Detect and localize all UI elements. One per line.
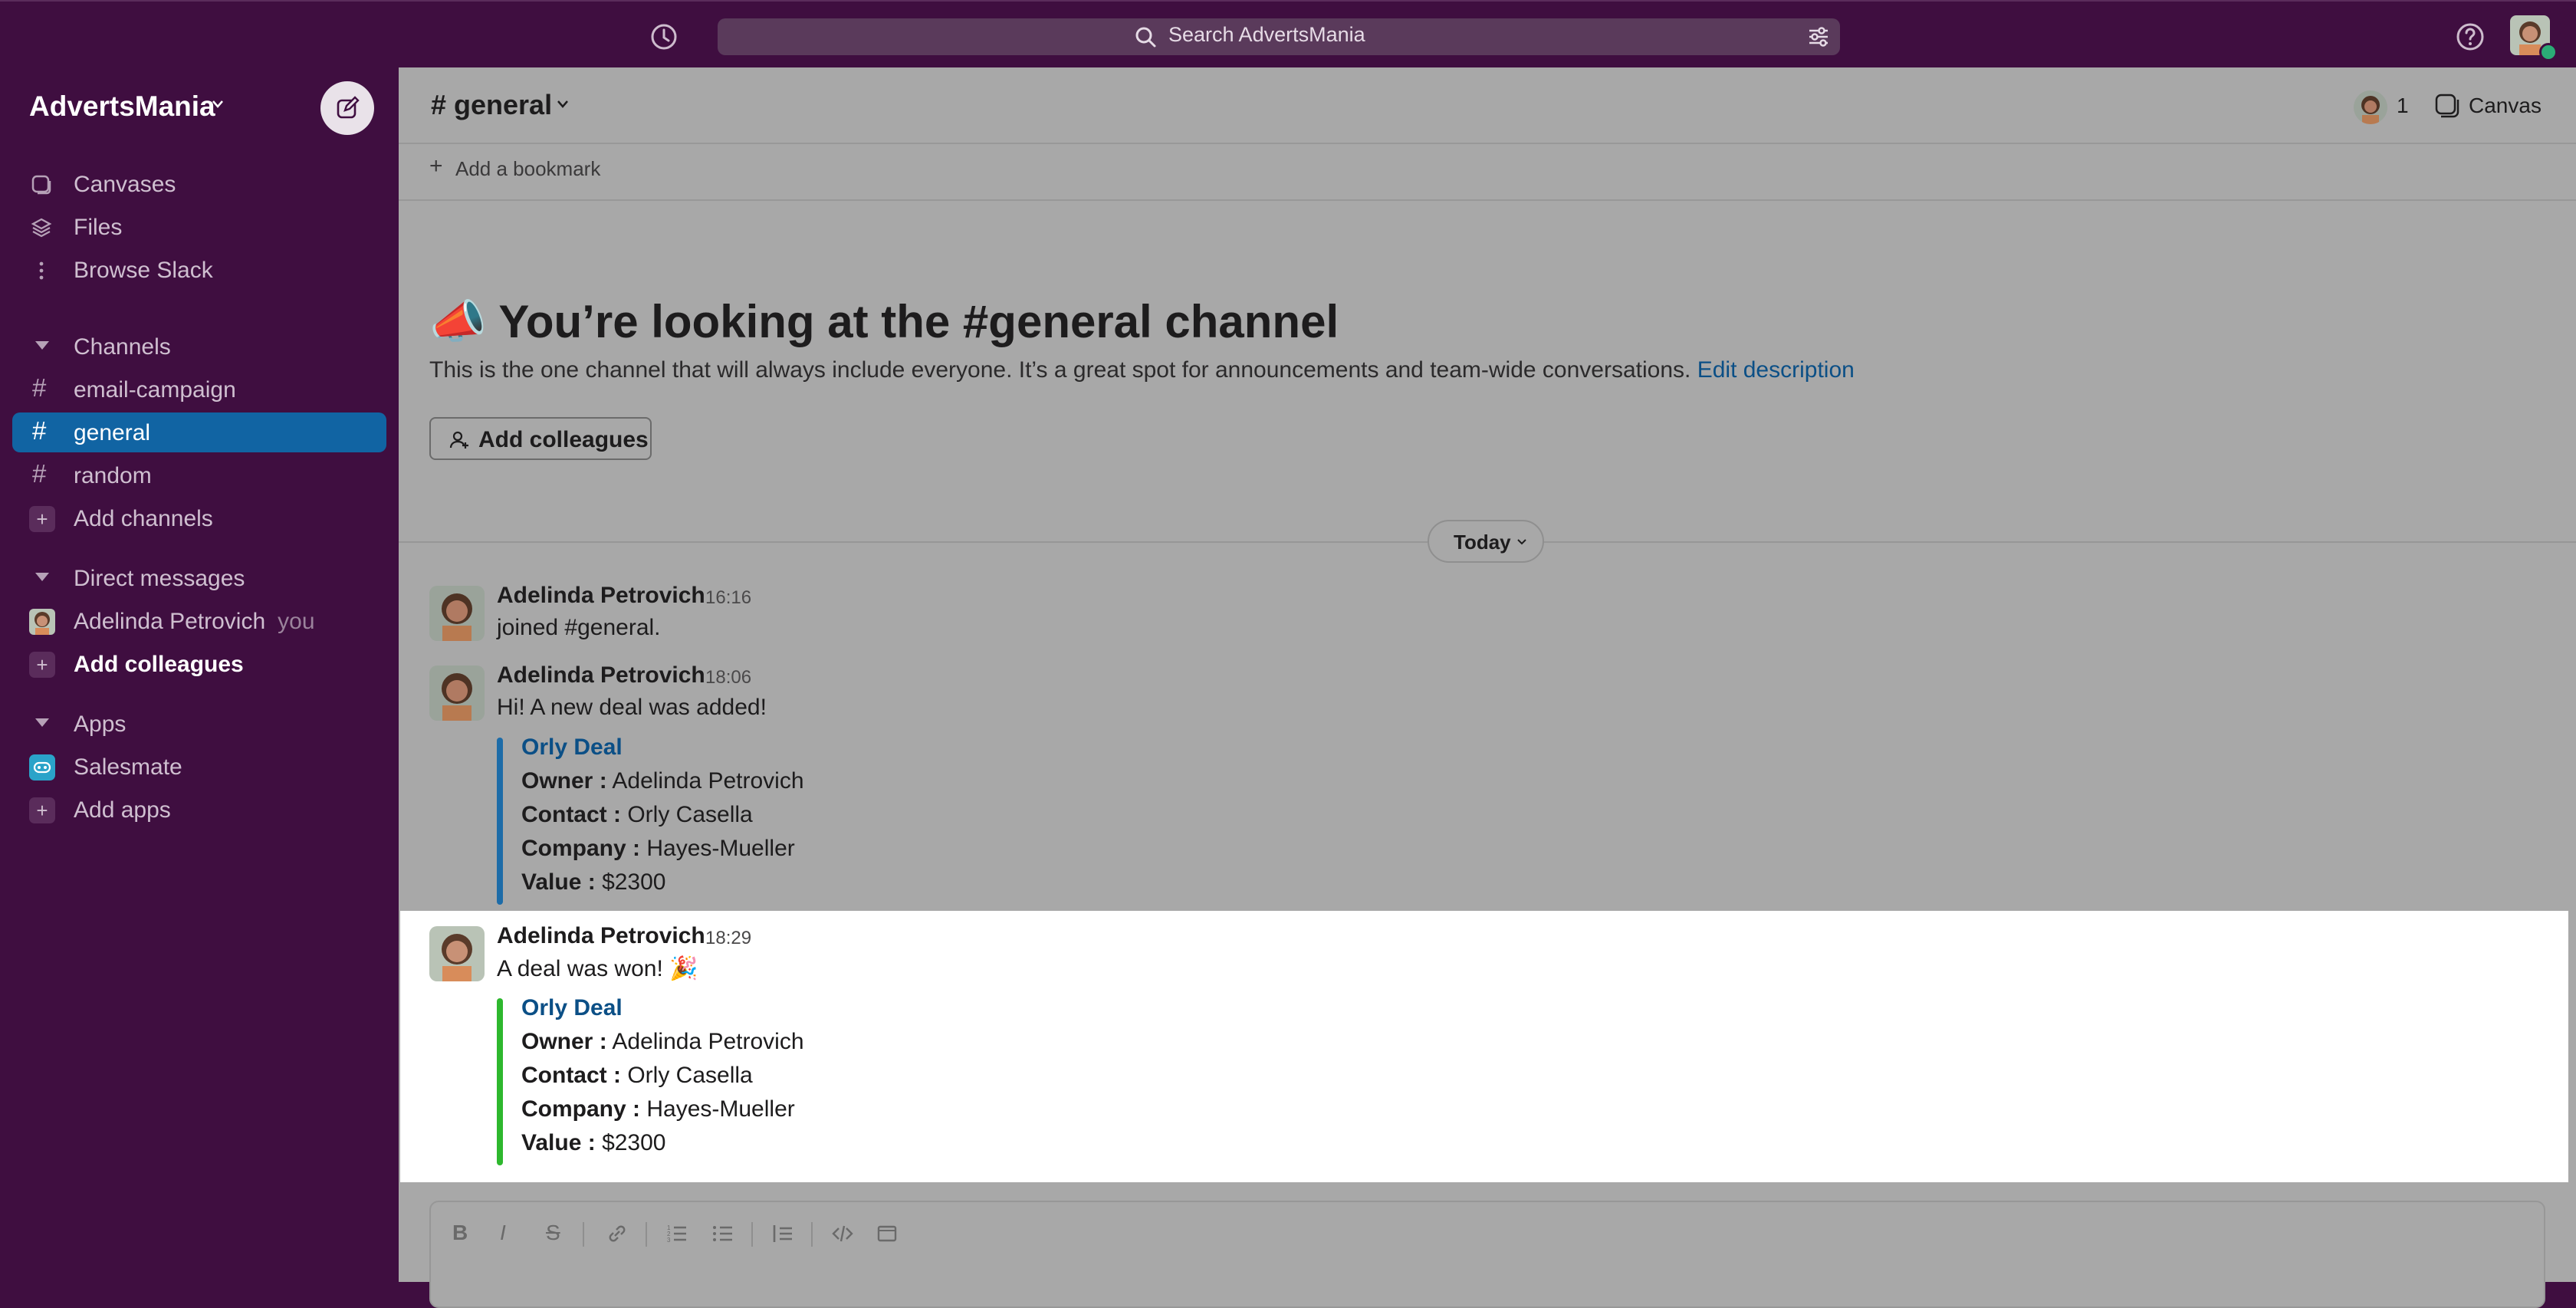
sidebar-item-canvases[interactable]: Canvases — [12, 164, 386, 204]
attachment-field: Company : Hayes-Mueller — [521, 836, 795, 861]
compose-button[interactable] — [320, 81, 374, 135]
blockquote-icon[interactable] — [771, 1222, 794, 1245]
message-author[interactable]: Adelinda Petrovich — [497, 923, 705, 949]
sidebar-item-label: Browse Slack — [74, 258, 213, 283]
strikethrough-button[interactable]: S — [546, 1221, 560, 1245]
attachment-color-bar — [497, 738, 503, 905]
attachment-field: Contact : Orly Casella — [521, 802, 753, 827]
message-text: joined #general. — [497, 615, 661, 640]
sidebar-item-email-campaign[interactable]: # email-campaign — [12, 370, 386, 409]
channels-header: Channels — [74, 334, 171, 360]
message-timestamp[interactable]: 16:16 — [705, 587, 751, 609]
svg-text:3: 3 — [667, 1237, 671, 1244]
help-icon[interactable] — [2455, 21, 2486, 52]
sidebar-item-files[interactable]: Files — [12, 207, 386, 247]
top-bar: Search AdvertsMania — [0, 0, 2576, 67]
attachment-title-link[interactable]: Orly Deal — [521, 995, 623, 1021]
attachment-title-link[interactable]: Orly Deal — [521, 735, 623, 761]
caret-down-icon — [35, 718, 49, 727]
avatar[interactable] — [429, 926, 485, 981]
message-list: Adelinda Petrovich 16:16 joined #general… — [399, 67, 2576, 1308]
search-placeholder: Search AdvertsMania — [1168, 23, 1365, 46]
hash-icon: # — [32, 373, 47, 402]
files-icon — [31, 217, 52, 238]
dm-user-name: Adelinda Petrovich — [74, 609, 266, 634]
channel-name: email-campaign — [74, 377, 236, 403]
channel-name: random — [74, 463, 152, 488]
toolbar-divider — [751, 1222, 753, 1247]
add-channels-label: Add channels — [74, 506, 213, 531]
attachment-field: Value : $2300 — [521, 869, 666, 895]
toolbar-divider — [646, 1222, 647, 1247]
add-colleagues-label: Add colleagues — [74, 652, 244, 677]
code-icon[interactable] — [831, 1222, 854, 1245]
bold-button[interactable]: B — [452, 1221, 468, 1245]
italic-button[interactable]: I — [500, 1221, 506, 1245]
message-text: Hi! A new deal was added! — [497, 695, 767, 720]
add-apps-label: Add apps — [74, 797, 171, 823]
sidebar-item-random[interactable]: # random — [12, 455, 386, 495]
code-block-icon[interactable] — [876, 1222, 899, 1245]
add-apps-button[interactable]: + Add apps — [12, 790, 386, 830]
filter-icon[interactable] — [1806, 25, 1831, 49]
sidebar-item-browse-slack[interactable]: Browse Slack — [12, 250, 386, 290]
plus-icon: + — [29, 797, 55, 823]
bullet-list-icon[interactable] — [711, 1222, 734, 1245]
caret-down-icon — [35, 573, 49, 581]
sidebar-item-dm-self[interactable]: Adelinda Petrovich you — [12, 601, 386, 641]
sidebar-item-general[interactable]: # general — [12, 412, 386, 452]
channel-name: general — [74, 420, 151, 445]
avatar — [29, 609, 55, 635]
attachment-field: Company : Hayes-Mueller — [521, 1096, 795, 1122]
sidebar-item-label: Canvases — [74, 172, 176, 197]
hash-icon: # — [32, 416, 47, 445]
link-icon[interactable] — [606, 1222, 629, 1245]
attachment-field: Owner : Adelinda Petrovich — [521, 768, 804, 794]
add-channels-button[interactable]: + Add channels — [12, 498, 386, 538]
party-popper-icon: 🎉 — [669, 956, 698, 981]
attachment-field: Owner : Adelinda Petrovich — [521, 1029, 804, 1054]
search-icon — [1134, 25, 1157, 48]
attachment-field: Value : $2300 — [521, 1130, 666, 1155]
message-text: A deal was won! 🎉 — [497, 956, 698, 981]
dm-section-toggle[interactable]: Direct messages — [12, 558, 386, 598]
plus-icon: + — [29, 652, 55, 678]
app-name: Salesmate — [74, 754, 182, 780]
caret-down-icon — [35, 341, 49, 350]
you-label: you — [278, 609, 315, 634]
sidebar: AdvertsMania Canvases Files Browse Slack… — [0, 67, 399, 1282]
avatar[interactable] — [429, 666, 485, 721]
message-author[interactable]: Adelinda Petrovich — [497, 583, 705, 609]
salesmate-app-icon — [29, 754, 55, 781]
message-composer[interactable]: B I S 123 — [429, 1201, 2545, 1308]
apps-section-toggle[interactable]: Apps — [12, 704, 386, 744]
message-timestamp[interactable]: 18:29 — [705, 928, 751, 949]
online-status-icon — [2539, 43, 2558, 61]
toolbar-divider — [583, 1222, 584, 1247]
attachment-field: Contact : Orly Casella — [521, 1063, 753, 1088]
plus-icon: + — [29, 506, 55, 532]
apps-header: Apps — [74, 712, 127, 737]
channels-section-toggle[interactable]: Channels — [12, 327, 386, 366]
toolbar-divider — [811, 1222, 813, 1247]
message-author[interactable]: Adelinda Petrovich — [497, 662, 705, 689]
attachment-color-bar — [497, 998, 503, 1165]
sidebar-item-label: Files — [74, 215, 123, 240]
more-vertical-icon — [31, 260, 52, 281]
add-colleagues-sidebar-button[interactable]: + Add colleagues — [12, 644, 386, 684]
chevron-down-icon[interactable] — [212, 100, 224, 109]
workspace-name[interactable]: AdvertsMania — [29, 90, 215, 123]
avatar[interactable] — [429, 586, 485, 641]
hash-icon: # — [32, 459, 47, 488]
ordered-list-icon[interactable]: 123 — [665, 1222, 688, 1245]
canvas-icon — [31, 174, 52, 196]
history-icon[interactable] — [649, 21, 684, 52]
sidebar-item-salesmate[interactable]: Salesmate — [12, 747, 386, 787]
dm-header: Direct messages — [74, 566, 245, 591]
message-timestamp[interactable]: 18:06 — [705, 667, 751, 689]
